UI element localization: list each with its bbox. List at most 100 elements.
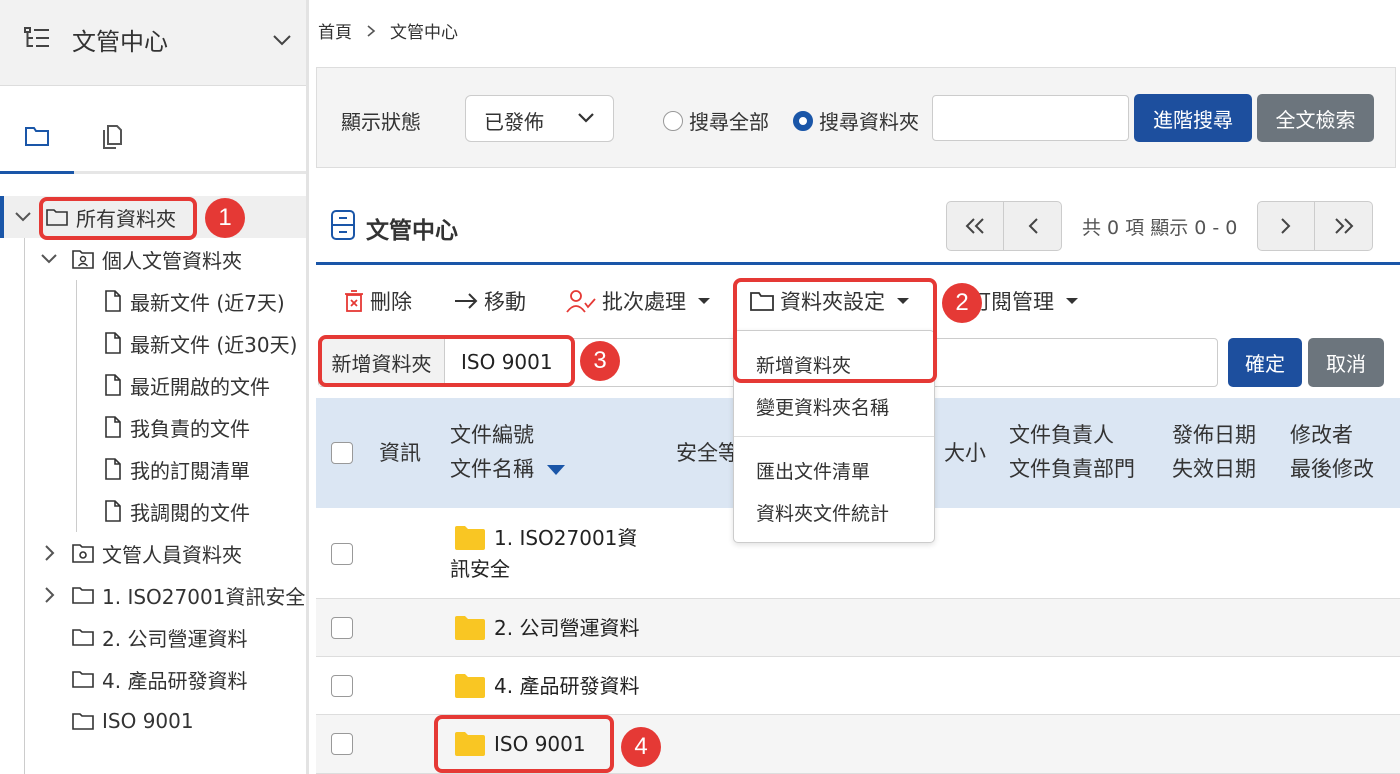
batch-button[interactable]: 批次處理	[566, 286, 710, 316]
folder-icon	[72, 712, 94, 730]
move-label: 移動	[484, 290, 526, 314]
document-icon	[104, 374, 122, 396]
step-badge: 3	[580, 341, 620, 381]
tree-item-recent-7[interactable]: 最新文件 (近7天)	[104, 280, 285, 322]
delete-icon	[344, 289, 364, 313]
arrow-right-icon	[454, 293, 478, 309]
folder-icon	[455, 616, 485, 640]
last-page-button[interactable]	[1315, 201, 1374, 251]
tree-item-personal[interactable]: 個人文管資料夾	[40, 238, 242, 280]
move-button[interactable]: 移動	[454, 286, 526, 316]
chevron-down-icon	[577, 112, 595, 124]
radio-label: 搜尋全部	[689, 110, 769, 134]
row-checkbox[interactable]	[331, 617, 353, 639]
breadcrumb: 首頁 文管中心	[318, 18, 458, 43]
document-icon	[104, 500, 122, 522]
delete-button[interactable]: 刪除	[344, 286, 412, 316]
folder-tab-icon[interactable]	[24, 124, 52, 152]
subscription-label: 訂閱管理	[970, 290, 1054, 314]
user-folder-icon	[72, 249, 94, 269]
tree-item-label: 1. ISO27001資訊安全	[102, 584, 306, 609]
next-page-button[interactable]	[1257, 201, 1316, 251]
document-icon	[104, 458, 122, 480]
tree-item-my-subscriptions[interactable]: 我的訂閱清單	[104, 448, 250, 490]
active-tab-indicator	[0, 171, 74, 174]
header-doc-no[interactable]: 文件編號	[450, 418, 534, 452]
cancel-button[interactable]: 取消	[1308, 338, 1384, 387]
tree-item-folder-iso27001[interactable]: 1. ISO27001資訊安全	[44, 574, 305, 616]
tree-guide-line	[76, 280, 77, 532]
confirm-button[interactable]: 確定	[1228, 338, 1302, 387]
select-all-checkbox[interactable]	[331, 442, 353, 464]
row-checkbox[interactable]	[331, 675, 353, 697]
radio-search-folder[interactable]: 搜尋資料夾	[793, 106, 919, 135]
caret-down-icon	[698, 298, 710, 304]
radio-search-all[interactable]: 搜尋全部	[663, 106, 769, 135]
radio-button[interactable]	[793, 110, 813, 131]
table-row[interactable]: 4. 產品研發資料	[316, 657, 1400, 715]
tree-item-label: 最新文件 (近30天)	[130, 332, 298, 357]
chevron-down-icon[interactable]	[14, 211, 32, 223]
header-publish-date: 發佈日期	[1172, 423, 1256, 447]
tree-item-staff[interactable]: 文管人員資料夾	[44, 532, 242, 574]
tree-item-folder-iso9001[interactable]: ISO 9001	[72, 700, 194, 742]
menu-divider	[734, 436, 934, 437]
tree-item-label: 我負責的文件	[130, 416, 250, 441]
tree-item-recently-opened[interactable]: 最近開啟的文件	[104, 364, 270, 406]
header-info: 資訊	[379, 441, 421, 465]
tree-item-folder-rd[interactable]: 4. 產品研發資料	[72, 658, 247, 700]
row-checkbox[interactable]	[331, 543, 353, 565]
advanced-search-button[interactable]: 進階搜尋	[1134, 94, 1252, 142]
tree-item-my-responsible[interactable]: 我負責的文件	[104, 406, 250, 448]
highlight-box	[39, 197, 197, 240]
step-badge: 4	[621, 727, 661, 767]
prev-page-button[interactable]	[1004, 201, 1062, 251]
row-name[interactable]: 2. 公司營運資料	[494, 612, 639, 644]
tree-item-label: 最新文件 (近7天)	[130, 290, 285, 315]
chevron-down-icon[interactable]	[272, 34, 292, 46]
chevron-right-icon[interactable]	[44, 586, 56, 604]
chevron-right-icon[interactable]	[44, 544, 56, 562]
row-name[interactable]: 1. ISO27001資	[494, 522, 637, 554]
folder-icon	[72, 628, 94, 646]
tree-guide-line	[24, 238, 25, 774]
folder-icon	[72, 670, 94, 688]
chevron-down-icon[interactable]	[40, 253, 58, 265]
table-row[interactable]: 2. 公司營運資料	[316, 599, 1400, 657]
tree-item-recent-30[interactable]: 最新文件 (近30天)	[104, 322, 297, 364]
search-panel: 顯示狀態 已發佈 搜尋全部 搜尋資料夾 進階搜尋 全文檢索	[316, 67, 1396, 168]
tree-item-label: 最近開啟的文件	[130, 374, 270, 399]
row-checkbox[interactable]	[331, 733, 353, 755]
menu-item-export-list[interactable]: 匯出文件清單	[756, 457, 870, 484]
gear-folder-icon	[72, 543, 94, 563]
sort-desc-icon[interactable]	[546, 465, 565, 475]
folder-icon	[455, 526, 485, 550]
first-page-button[interactable]	[946, 201, 1004, 251]
section-title: 文管中心	[366, 218, 458, 244]
radio-button[interactable]	[663, 110, 683, 131]
status-select[interactable]: 已發佈	[465, 95, 614, 142]
breadcrumb-current: 文管中心	[390, 23, 458, 43]
pager-text: 共 0 項 顯示 0 - 0	[1082, 216, 1238, 239]
row-name[interactable]: 4. 產品研發資料	[494, 670, 639, 702]
header-security: 安全等	[676, 441, 739, 465]
document-icon	[104, 332, 122, 354]
sidebar-header[interactable]: 文管中心	[0, 0, 306, 86]
menu-item-folder-stats[interactable]: 資料夾文件統計	[756, 499, 889, 526]
header-owner: 文件負責人	[1009, 423, 1114, 447]
folder-icon	[455, 674, 485, 698]
documents-tab-icon[interactable]	[100, 124, 128, 152]
sidebar-divider[interactable]	[306, 0, 309, 774]
header-owner-dept: 文件負責部門	[1009, 457, 1135, 481]
search-input[interactable]	[932, 95, 1129, 141]
header-doc-name[interactable]: 文件名稱	[450, 452, 565, 486]
tree-item-my-borrowed[interactable]: 我調閱的文件	[104, 490, 250, 532]
tree-item-folder-operations[interactable]: 2. 公司營運資料	[72, 616, 247, 658]
menu-item-rename-folder[interactable]: 變更資料夾名稱	[756, 393, 889, 420]
breadcrumb-home[interactable]: 首頁	[318, 18, 352, 43]
tree-item-label: 4. 產品研發資料	[102, 668, 248, 693]
row-name-line2[interactable]: 訊安全	[450, 553, 510, 585]
fulltext-search-button[interactable]: 全文檢索	[1257, 94, 1374, 142]
sidebar-title: 文管中心	[72, 28, 168, 56]
step-badge: 2	[942, 283, 982, 323]
